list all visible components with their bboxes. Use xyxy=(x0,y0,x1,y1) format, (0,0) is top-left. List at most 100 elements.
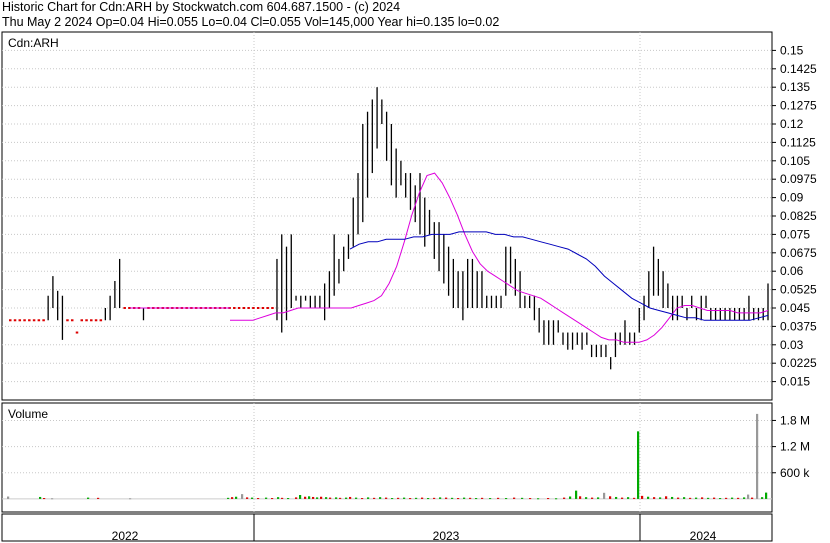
volume-bar xyxy=(421,497,424,499)
price-tick-label: 0.1425 xyxy=(780,62,817,76)
volume-bar xyxy=(295,497,298,499)
volume-bar xyxy=(87,497,90,499)
price-close-dot xyxy=(256,307,260,309)
volume-bar xyxy=(695,497,698,499)
price-close-dot xyxy=(261,307,265,309)
volume-bar xyxy=(627,497,630,499)
price-tick-label: 0.0225 xyxy=(780,356,817,370)
volume-bar xyxy=(463,497,466,499)
volume-bar xyxy=(547,498,550,500)
price-tick-label: 0.15 xyxy=(780,43,804,57)
volume-bar xyxy=(409,498,412,500)
volume-bar xyxy=(743,497,746,499)
price-close-dot xyxy=(80,319,84,322)
volume-bar xyxy=(569,496,572,499)
volume-tick-label: 600 k xyxy=(780,466,810,480)
volume-bar xyxy=(719,498,722,500)
price-close-dot xyxy=(75,331,79,334)
volume-bar xyxy=(671,496,674,499)
price-close-dot xyxy=(13,319,17,322)
volume-bar xyxy=(445,497,448,499)
volume-panel: 1.8 M 1.2 M 600 k Volume xyxy=(1,402,810,513)
volume-bar xyxy=(345,497,348,499)
price-tick-label: 0.015 xyxy=(780,375,810,389)
price-close-dot xyxy=(9,319,12,322)
price-close-dot xyxy=(70,319,74,322)
price-close-dot xyxy=(28,319,31,322)
volume-bar xyxy=(97,497,100,499)
volume-bar xyxy=(707,497,710,499)
volume-tick-label: 1.2 M xyxy=(780,440,810,454)
price-close-dot xyxy=(271,307,274,309)
price-close-dot xyxy=(37,319,41,322)
volume-bar xyxy=(451,497,454,499)
volume-bar xyxy=(713,497,716,499)
volume-bar xyxy=(43,498,46,500)
price-panel-title: Cdn:ARH xyxy=(8,36,59,50)
volume-bar xyxy=(349,496,352,499)
volume-bar xyxy=(427,498,430,500)
volume-bar xyxy=(373,497,376,499)
volume-bar xyxy=(246,497,249,499)
volume-bar xyxy=(761,497,764,499)
volume-bar xyxy=(367,497,370,499)
price-close-dot xyxy=(66,319,69,322)
volume-bar xyxy=(481,497,484,499)
volume-bar xyxy=(555,498,558,500)
volume-bar xyxy=(677,497,680,499)
stock-chart: 0.15 0.1425 0.135 0.1275 0.12 0.1125 0.105 0.09… xyxy=(1,31,817,543)
price-tick-label: 0.0975 xyxy=(780,172,817,186)
volume-bar xyxy=(497,497,500,499)
volume-bar xyxy=(591,497,594,499)
volume-bar xyxy=(505,498,508,500)
price-tick-label: 0.12 xyxy=(780,117,804,131)
volume-bar xyxy=(653,497,656,499)
price-tick-label: 0.075 xyxy=(780,227,810,241)
volume-bar xyxy=(537,498,540,500)
volume-bar xyxy=(325,497,328,499)
price-tick-label: 0.0375 xyxy=(780,319,817,333)
price-close-dot xyxy=(237,307,241,309)
price-tick-label: 0.105 xyxy=(780,154,810,168)
volume-bar xyxy=(737,497,740,499)
volume-bar xyxy=(7,496,10,499)
volume-bar xyxy=(271,498,274,500)
volume-bar xyxy=(433,497,436,499)
price-close-dot xyxy=(247,307,250,309)
price-close-dot xyxy=(85,319,88,322)
volume-bar xyxy=(683,497,686,499)
volume-bar xyxy=(475,498,478,500)
volume-bar xyxy=(615,496,618,499)
volume-bar xyxy=(299,494,302,499)
volume-bar xyxy=(308,496,311,499)
price-tick-label: 0.1275 xyxy=(780,99,817,113)
volume-bar xyxy=(355,497,358,499)
volume-bar xyxy=(312,496,315,499)
volume-bar xyxy=(439,497,442,499)
volume-bar xyxy=(457,498,460,500)
volume-bar xyxy=(379,497,382,499)
volume-bar xyxy=(335,497,338,499)
price-tick-label: 0.06 xyxy=(780,264,804,278)
price-panel: 0.15 0.1425 0.135 0.1275 0.12 0.1125 0.105 0.09… xyxy=(1,31,817,401)
volume-bar xyxy=(281,497,284,499)
price-tick-label: 0.045 xyxy=(780,301,810,315)
volume-bar xyxy=(489,498,492,500)
price-tick-label: 0.0525 xyxy=(780,283,817,297)
price-close-dot xyxy=(99,319,103,322)
price-close-dot xyxy=(94,319,98,322)
date-axis-label: 2022 xyxy=(112,529,139,543)
volume-bar xyxy=(277,497,280,499)
volume-bar xyxy=(575,490,578,499)
volume-bar xyxy=(765,492,768,499)
volume-bar xyxy=(665,496,668,499)
date-axis-label: 2023 xyxy=(433,529,460,543)
volume-bar xyxy=(329,497,332,499)
volume-bar xyxy=(603,492,606,499)
volume-bar xyxy=(265,497,268,499)
volume-bar xyxy=(251,497,254,499)
price-close-dot xyxy=(233,307,236,309)
volume-tick-label: 1.8 M xyxy=(780,413,810,427)
volume-bar xyxy=(227,497,230,499)
volume-bar xyxy=(231,497,234,499)
